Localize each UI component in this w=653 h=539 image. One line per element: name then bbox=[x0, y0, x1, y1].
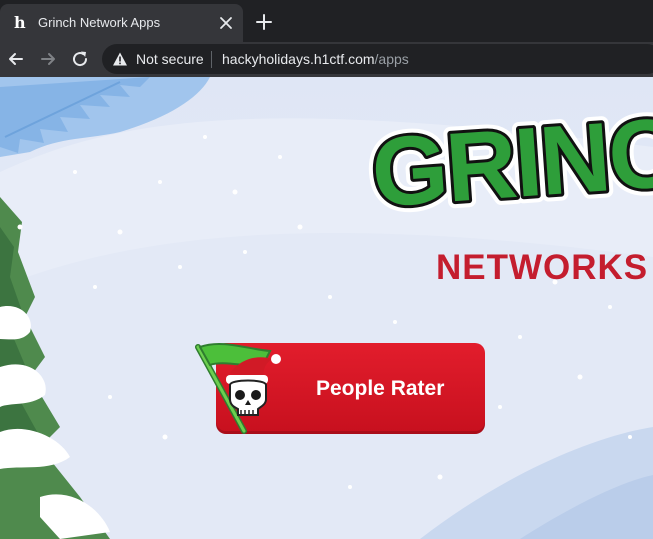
address-bar[interactable]: Not secure hackyholidays.h1ctf.com/apps bbox=[102, 44, 653, 74]
url-host: hackyholidays.h1ctf.com bbox=[222, 51, 375, 67]
app-button-label: People Rater bbox=[316, 377, 445, 400]
url-path: /apps bbox=[374, 51, 409, 67]
browser-tab[interactable]: h Grinch Network Apps bbox=[0, 4, 243, 42]
logo-word-top: GRINCH bbox=[368, 107, 653, 228]
new-tab-icon[interactable] bbox=[252, 10, 276, 34]
grinch-networks-logo: GRINCH GRINCH GRINCH NETWORKS bbox=[360, 85, 653, 287]
warning-triangle-icon[interactable] bbox=[112, 51, 128, 67]
grinch-logo-graphic: GRINCH GRINCH GRINCH bbox=[361, 85, 653, 235]
address-separator bbox=[211, 51, 212, 68]
url-text[interactable]: hackyholidays.h1ctf.com/apps bbox=[222, 51, 409, 67]
page-content: GRINCH GRINCH GRINCH NETWORKS People Rat… bbox=[0, 77, 653, 539]
security-status-label[interactable]: Not secure bbox=[136, 51, 204, 67]
back-arrow-icon[interactable] bbox=[5, 48, 27, 70]
logo-word-bottom: NETWORKS bbox=[436, 248, 649, 287]
forward-arrow-icon[interactable] bbox=[37, 48, 59, 70]
skull-santa-hat-flag-icon bbox=[195, 343, 281, 434]
reload-icon[interactable] bbox=[69, 48, 91, 70]
h1-favicon-icon: h bbox=[14, 13, 26, 32]
tab-strip: h Grinch Network Apps bbox=[0, 0, 653, 42]
close-icon[interactable] bbox=[215, 12, 237, 34]
tab-title: Grinch Network Apps bbox=[38, 15, 161, 30]
browser-toolbar: Not secure hackyholidays.h1ctf.com/apps bbox=[0, 42, 653, 77]
